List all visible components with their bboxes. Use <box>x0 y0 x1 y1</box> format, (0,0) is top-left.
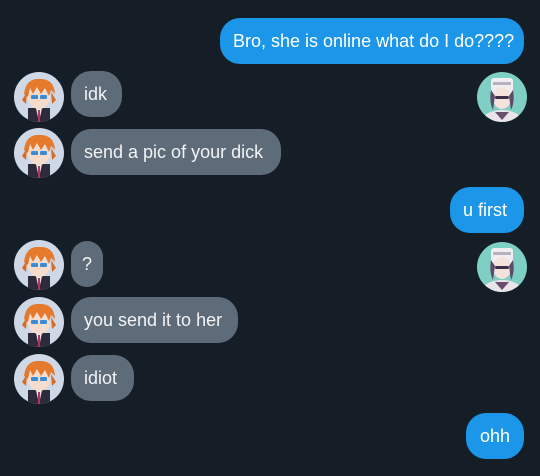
friend-avatar-icon <box>14 128 64 178</box>
friend-avatar[interactable] <box>14 128 64 178</box>
friend-avatar-icon <box>14 72 64 122</box>
outgoing-message[interactable]: u first <box>450 187 524 233</box>
own-avatar[interactable] <box>477 242 527 292</box>
own-avatar-icon <box>477 72 527 122</box>
friend-avatar[interactable] <box>14 72 64 122</box>
incoming-message[interactable]: send a pic of your dick <box>71 129 281 175</box>
outgoing-message[interactable]: Bro, she is online what do I do???? <box>220 18 524 64</box>
own-avatar-icon <box>477 242 527 292</box>
own-avatar[interactable] <box>477 72 527 122</box>
friend-avatar-icon <box>14 297 64 347</box>
friend-avatar[interactable] <box>14 297 64 347</box>
chat-thread: Bro, she is online what do I do???? idk … <box>0 0 540 476</box>
friend-avatar-icon <box>14 354 64 404</box>
outgoing-message[interactable]: ohh <box>466 413 524 459</box>
incoming-message[interactable]: you send it to her <box>71 297 238 343</box>
incoming-message[interactable]: ? <box>71 241 103 287</box>
incoming-message[interactable]: idiot <box>71 355 134 401</box>
friend-avatar[interactable] <box>14 354 64 404</box>
friend-avatar-icon <box>14 240 64 290</box>
friend-avatar[interactable] <box>14 240 64 290</box>
incoming-message[interactable]: idk <box>71 71 122 117</box>
